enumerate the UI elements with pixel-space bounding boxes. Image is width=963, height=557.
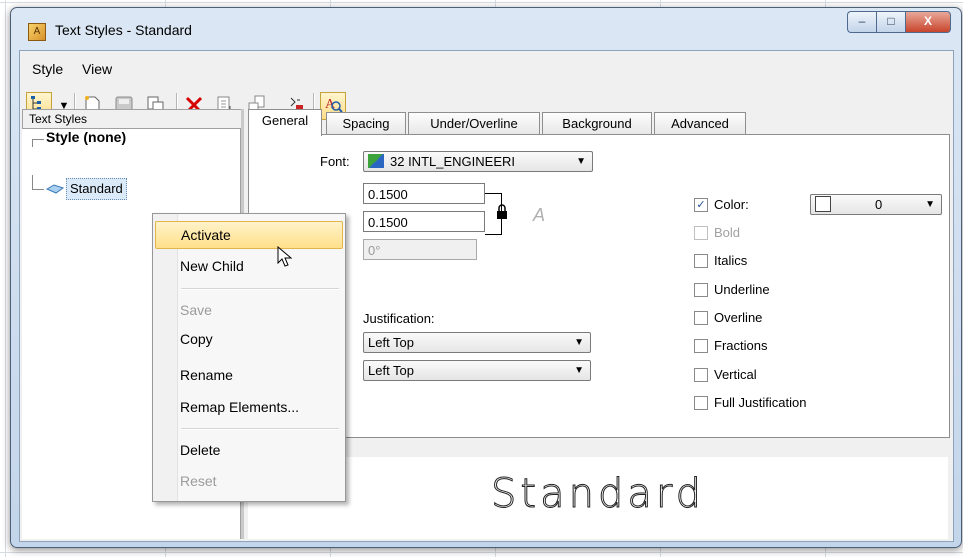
activate-label: Activate (181, 227, 231, 243)
color-swatch-icon (815, 196, 831, 212)
menu-bar: Style View (20, 51, 953, 85)
color-label: Color: (714, 197, 749, 212)
menu-item-save[interactable]: Save (155, 297, 341, 323)
font-type-icon (368, 154, 384, 168)
justification-value: Left Top (368, 335, 415, 350)
menu-separator (181, 428, 339, 430)
app-icon: A (28, 23, 46, 41)
fractions-label: Fractions (714, 338, 768, 353)
chevron-down-icon: ▼ (576, 156, 586, 167)
overline-checkbox[interactable] (694, 311, 708, 325)
tab-under-overline[interactable]: Under/Overline (408, 112, 540, 135)
remap-label: Remap Elements... (180, 399, 300, 415)
menu-item-new-child[interactable]: New Child (155, 253, 341, 279)
tree-header[interactable]: Text Styles (22, 109, 242, 129)
vertical-checkbox[interactable] (694, 368, 708, 382)
lock-icon[interactable] (496, 204, 508, 220)
overline-label: Overline (714, 310, 763, 325)
tab-spacing[interactable]: Spacing (326, 112, 406, 135)
text-preview-small-icon: A (533, 205, 546, 225)
height-field[interactable]: 0.1500 (363, 211, 485, 232)
title-bar[interactable]: A Text Styles - Standard – □ X (11, 8, 961, 52)
context-menu: Activate New Child Save Copy Rename Rema… (152, 213, 346, 502)
width-field[interactable]: 0.1500 (363, 183, 485, 204)
tree-root-item[interactable]: Style (none) (46, 129, 126, 145)
color-value: 0 (875, 197, 883, 212)
copy-label: Copy (180, 331, 213, 347)
chevron-down-icon: ▼ (574, 337, 584, 348)
new-child-label: New Child (180, 258, 244, 274)
mouse-pointer-icon (277, 245, 293, 268)
justification-select-2[interactable]: Left Top ▼ (363, 360, 591, 381)
font-value: 32 INTL_ENGINEERI (390, 154, 515, 169)
chevron-down-icon: ▼ (925, 199, 935, 210)
fractions-checkbox[interactable] (694, 339, 708, 353)
underline-checkbox[interactable] (694, 283, 708, 297)
vertical-label: Vertical (714, 367, 757, 382)
justification-label: Justification: (363, 311, 435, 326)
slant-field[interactable]: 0° (363, 239, 477, 260)
color-select[interactable]: 0 ▼ (810, 194, 942, 215)
font-select[interactable]: 32 INTL_ENGINEERI ▼ (363, 151, 593, 172)
full-justification-label: Full Justification (714, 395, 807, 410)
font-label: Font: (320, 154, 350, 169)
menu-item-copy[interactable]: Copy (155, 326, 341, 352)
menu-item-delete[interactable]: Delete (155, 437, 341, 463)
menu-item-rename[interactable]: Rename (155, 362, 341, 388)
close-button[interactable]: X (905, 11, 951, 33)
underline-label: Underline (714, 282, 770, 297)
menu-item-activate[interactable]: Activate (155, 221, 343, 249)
reset-label: Reset (180, 473, 217, 489)
style-preview: Standard (248, 457, 948, 539)
tab-background[interactable]: Background (542, 112, 652, 135)
menu-item-remap-elements[interactable]: Remap Elements... (155, 394, 341, 420)
tab-general[interactable]: General (248, 109, 322, 136)
menu-separator (181, 288, 339, 290)
italics-label: Italics (714, 253, 748, 268)
style-node-icon (45, 183, 65, 195)
justification-select[interactable]: Left Top ▼ (363, 332, 591, 353)
preview-text: Standard (491, 471, 705, 518)
rename-label: Rename (180, 367, 233, 383)
tree-node-standard[interactable]: Standard (66, 178, 127, 200)
justification-value-2: Left Top (368, 363, 415, 378)
window-title: Text Styles - Standard (55, 22, 192, 38)
menu-item-reset[interactable]: Reset (155, 468, 341, 494)
chevron-down-icon: ▼ (574, 365, 584, 376)
full-justification-checkbox[interactable] (694, 396, 708, 410)
caption-buttons: – □ X (847, 11, 951, 33)
general-tab-panel: Font: 32 INTL_ENGINEERI ▼ 0.1500 0.1500 … (248, 134, 950, 438)
bold-checkbox[interactable] (694, 226, 708, 240)
minimize-button[interactable]: – (847, 11, 876, 33)
menu-style[interactable]: Style (32, 61, 63, 77)
italics-checkbox[interactable] (694, 254, 708, 268)
maximize-button[interactable]: □ (876, 11, 905, 33)
color-checkbox[interactable]: ✓ (694, 198, 708, 212)
delete-label: Delete (180, 442, 221, 458)
menu-view[interactable]: View (82, 61, 112, 77)
bold-label: Bold (714, 225, 741, 240)
tab-advanced[interactable]: Advanced (654, 112, 746, 135)
save-label: Save (180, 302, 212, 318)
